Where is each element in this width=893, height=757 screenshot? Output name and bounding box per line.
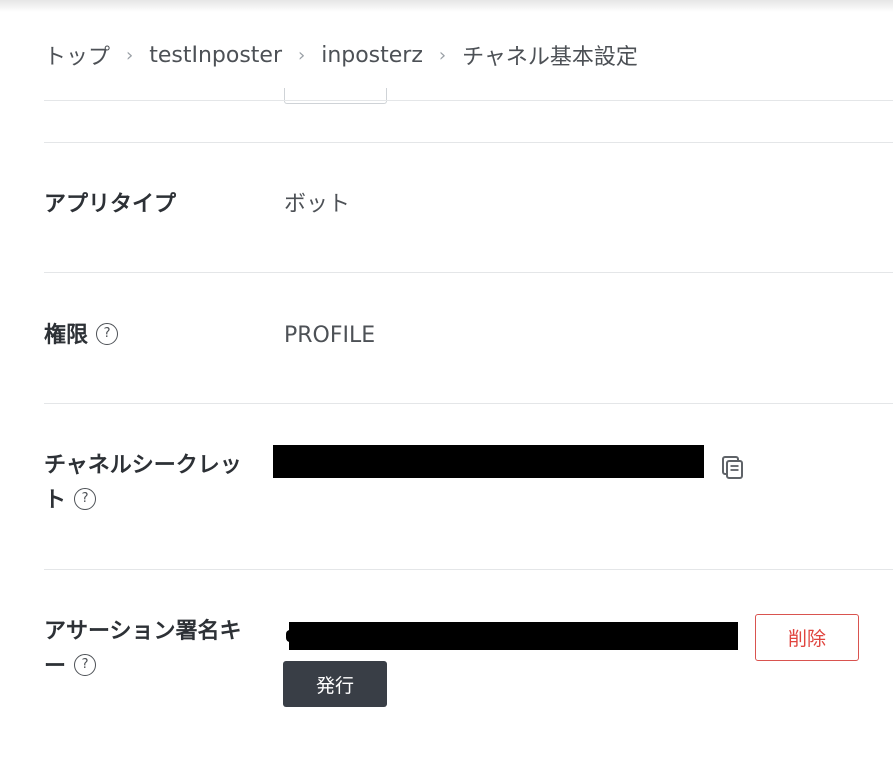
assertion-key-label-line2: ー [44,654,67,679]
permissions-value: PROFILE [284,323,376,348]
permissions-label: 権限 [44,323,89,348]
partial-input-box[interactable] [284,88,387,104]
assertion-key-label-line1: アサーション署名キ [44,619,242,644]
chevron-right-icon: › [298,44,306,66]
chevron-right-icon: › [438,44,447,66]
question-circle-icon[interactable]: ? [74,654,97,676]
app-type-value: ボット [284,192,351,217]
channel-secret-label-line1: チャネルシークレッ [44,453,242,478]
divider [44,100,893,101]
divider [44,272,893,273]
permissions-label-row: 権限? [44,318,119,354]
breadcrumb-channel[interactable]: inposterz [321,43,423,68]
chevron-right-icon: › [126,44,134,66]
divider [44,569,893,570]
assertion-key-label-line2-row: ー? [44,649,97,685]
breadcrumb-current-page: チャネル基本設定 [462,45,638,70]
divider [44,403,893,404]
top-bar-shadow [0,0,893,12]
channel-secret-label-line2: ト [44,488,67,513]
delete-button[interactable]: 削除 [755,614,859,661]
copy-icon[interactable] [720,454,746,480]
divider [44,142,893,143]
channel-secret-label-line2-row: ト? [44,483,97,519]
app-type-label: アプリタイプ [44,192,177,217]
assertion-key-value-redacted [289,622,738,650]
channel-secret-value-redacted [273,445,704,478]
breadcrumb: トップ › testInposter › inposterz › チャネル基本設… [44,38,638,72]
breadcrumb-top[interactable]: トップ [44,39,110,71]
breadcrumb-provider[interactable]: testInposter [149,43,282,68]
question-circle-icon[interactable]: ? [96,323,119,345]
issue-button[interactable]: 発行 [283,661,387,707]
question-circle-icon[interactable]: ? [74,488,97,510]
